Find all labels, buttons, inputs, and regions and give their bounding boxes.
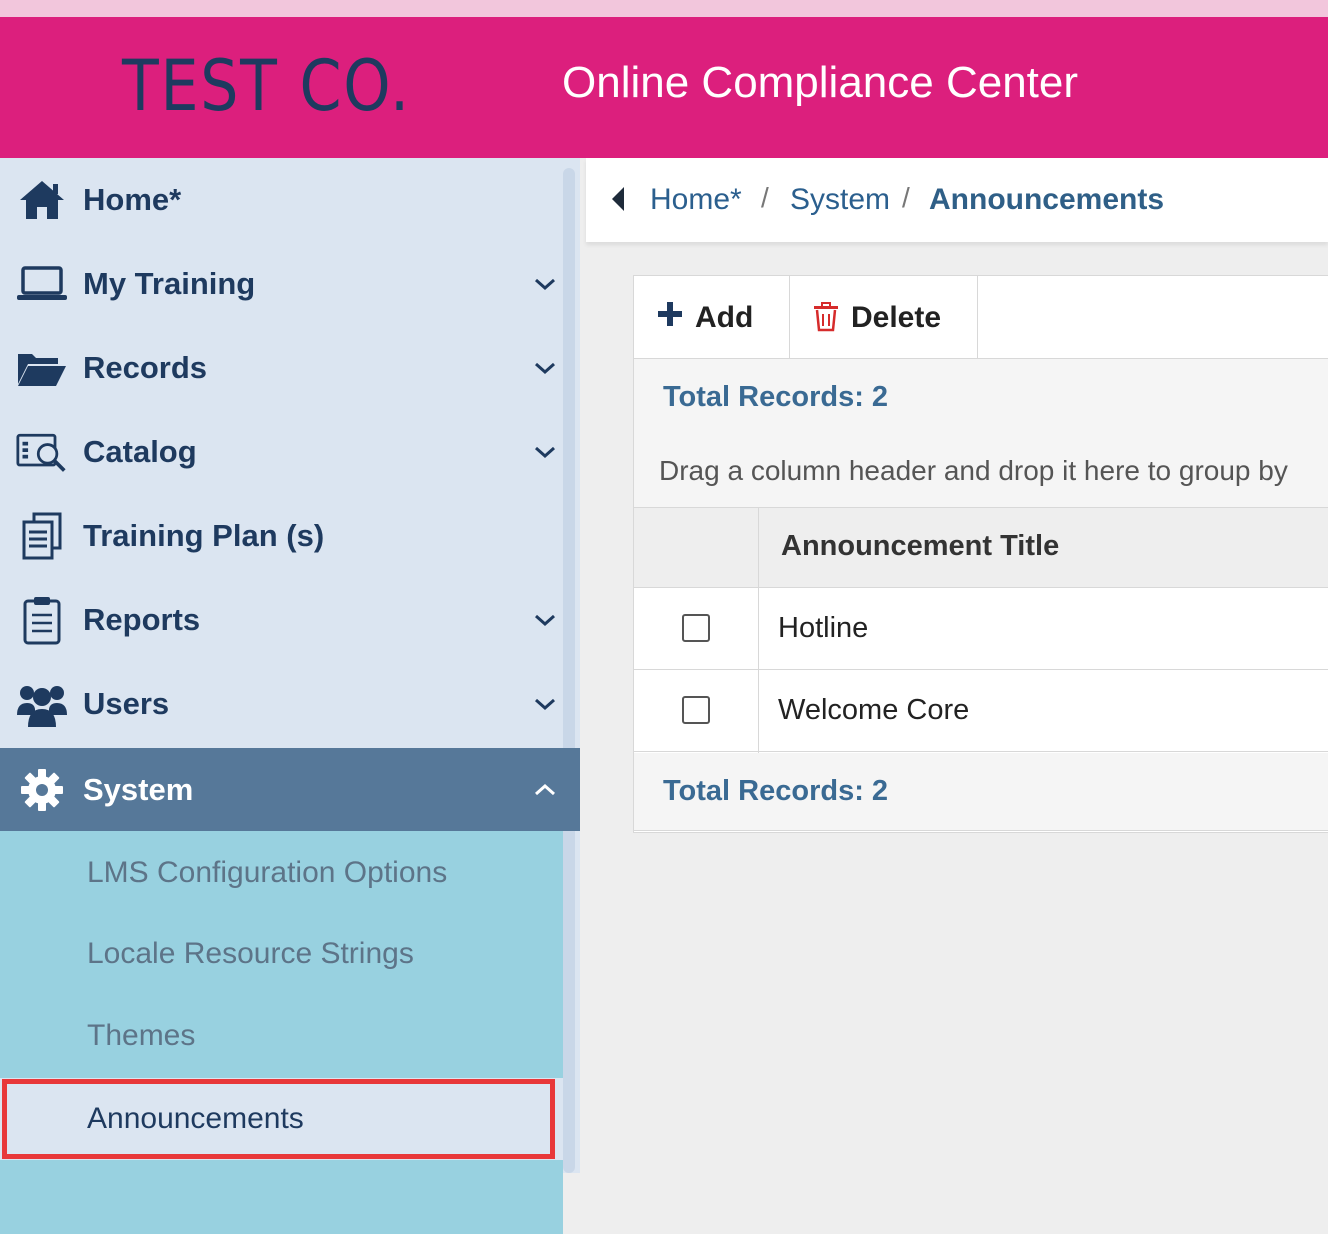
sidebar-item-system[interactable]: System [0,748,580,831]
grid-toolbar: Add Delete [634,276,1328,359]
laptop-icon [16,260,68,308]
announcement-title-cell: Hotline [778,612,869,644]
plus-icon [656,300,684,333]
catalog-search-icon [16,428,68,476]
gear-icon [16,766,68,814]
sidebar-item-label: Reports [83,602,201,637]
brand-logo[interactable]: TEST CO. [122,51,411,121]
app-title: Online Compliance Center [562,58,1079,107]
group-by-hint: Drag a column header and drop it here to… [659,455,1288,486]
chevron-down-icon[interactable] [530,437,560,467]
column-header-row: Announcement Title [634,508,1328,588]
main-content: Home* / System / Announcements Add Delet… [586,158,1328,1173]
sidebar-item-label: My Training [83,266,256,301]
submenu-item-label: LMS Configuration Options [87,856,448,889]
sidebar-item-catalog[interactable]: Catalog [0,410,563,494]
row-checkbox[interactable] [682,614,710,642]
announcements-grid: Add Delete Total Records: 2 Drag a colum… [633,275,1328,833]
chevron-up-icon[interactable] [530,775,560,805]
folder-open-icon [16,344,68,392]
announcement-title-cell: Welcome Core [778,694,970,726]
clipboard-icon [16,596,68,645]
delete-button[interactable]: Delete [790,276,978,358]
chevron-down-icon[interactable] [530,269,560,299]
breadcrumb-system[interactable]: System [790,183,890,216]
delete-button-label: Delete [851,301,942,334]
total-records-label: Total Records: 2 [663,775,889,807]
sidebar-item-label: Records [83,350,208,385]
top-strip [0,0,1328,17]
sidebar-scrollbar[interactable] [563,168,575,1173]
table-row[interactable]: Hotline [634,588,1328,670]
sidebar-item-label: Users [83,686,170,721]
highlight-annotation [2,1079,555,1159]
breadcrumb-separator: / [761,182,769,213]
row-checkbox[interactable] [682,696,710,724]
document-stack-icon [16,512,68,560]
sidebar-item-my-training[interactable]: My Training [0,242,563,326]
breadcrumb-home[interactable]: Home* [650,183,742,216]
breadcrumb-separator: / [902,182,910,213]
sidebar-item-training-plans[interactable]: Training Plan (s) [0,494,563,578]
sidebar-item-reports[interactable]: Reports [0,578,563,662]
home-icon [16,176,68,224]
column-header-announcement-title[interactable]: Announcement Title [781,530,1059,563]
chevron-down-icon[interactable] [530,605,560,635]
column-divider [758,508,759,753]
total-records-footer: Total Records: 2 [634,753,1328,831]
chevron-down-icon[interactable] [530,689,560,719]
sidebar: Home* My Training Records Catalog Traini… [0,158,580,1234]
users-icon [16,680,68,728]
submenu-item-lms-configuration[interactable]: LMS Configuration Options [0,833,563,913]
app-header: TEST CO. Online Compliance Center [0,17,1328,158]
submenu-item-label: Themes [87,1019,196,1052]
trash-icon [812,302,840,337]
group-by-drop-zone[interactable]: Drag a column header and drop it here to… [634,436,1328,508]
system-submenu: LMS Configuration Options Locale Resourc… [0,831,563,1234]
sidebar-item-records[interactable]: Records [0,326,563,410]
breadcrumb: Home* / System / Announcements [586,158,1328,242]
sidebar-item-label: Catalog [83,434,197,469]
total-records-header: Total Records: 2 [634,359,1328,437]
submenu-item-locale-resource-strings[interactable]: Locale Resource Strings [0,914,563,994]
total-records-label: Total Records: 2 [663,381,889,413]
sidebar-item-label: Training Plan (s) [83,518,325,553]
add-button[interactable]: Add [634,276,790,358]
sidebar-item-label: System [83,771,194,807]
submenu-item-themes[interactable]: Themes [0,996,563,1076]
sidebar-item-home[interactable]: Home* [0,158,563,242]
sidebar-item-users[interactable]: Users [0,662,563,746]
breadcrumb-current: Announcements [929,183,1165,216]
submenu-item-label: Locale Resource Strings [87,937,414,970]
add-button-label: Add [695,301,754,334]
caret-left-icon[interactable] [608,184,628,214]
sidebar-item-label: Home* [83,182,182,217]
chevron-down-icon[interactable] [530,353,560,383]
table-row[interactable]: Welcome Core [634,670,1328,752]
